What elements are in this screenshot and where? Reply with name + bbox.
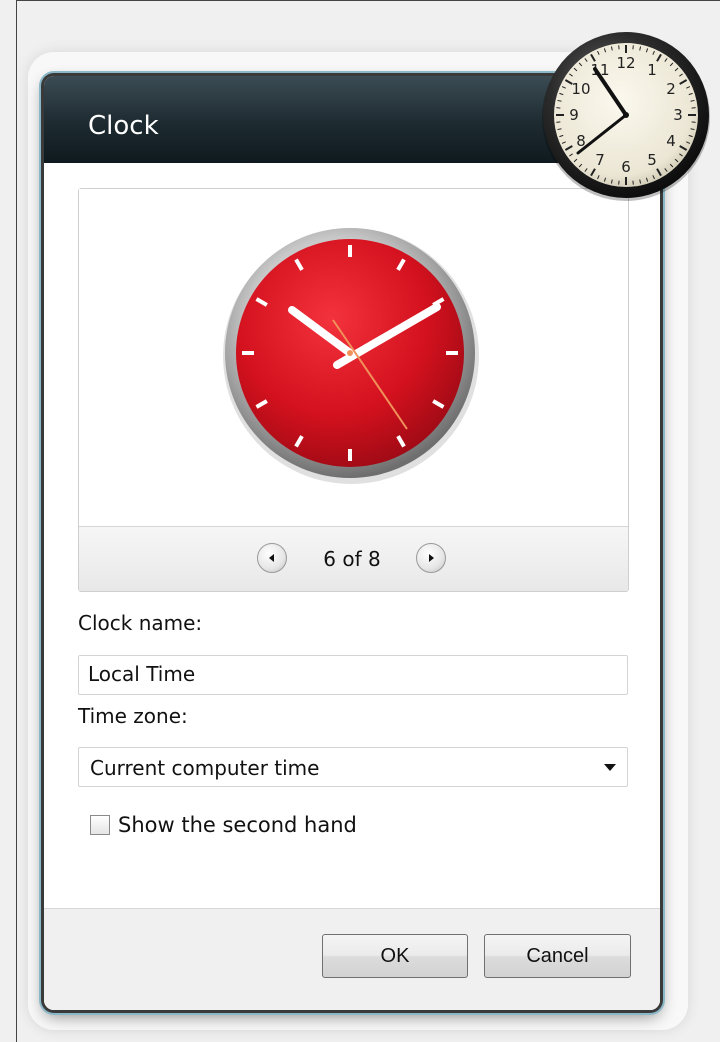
chevron-right-icon <box>429 554 434 562</box>
gadget-numeral: 1 <box>647 61 657 79</box>
second-hand-label: Show the second hand <box>118 813 357 837</box>
time-zone-label: Time zone: <box>78 704 188 728</box>
clock-preview-area <box>79 189 628 527</box>
gadget-numeral: 2 <box>666 80 676 98</box>
clock-settings-dialog: Clock 6 of 8 Clock name: Local Time Time… <box>44 76 660 1010</box>
ok-button[interactable]: OK <box>322 934 468 978</box>
gadget-clock-icon: 12 1234567891011 <box>542 32 710 201</box>
gadget-numeral: 9 <box>569 106 579 124</box>
pager-label: 6 of 8 <box>323 547 381 571</box>
dialog-footer: OK Cancel <box>44 908 660 1010</box>
gadget-numeral: 6 <box>621 158 631 176</box>
gadget-numeral: 7 <box>595 151 605 169</box>
chevron-left-icon <box>269 554 274 562</box>
clock-name-input[interactable]: Local Time <box>78 655 628 695</box>
dialog-body: 6 of 8 Clock name: Local Time Time zone:… <box>44 163 660 1010</box>
red-clock-preview <box>223 228 479 484</box>
previous-clock-button[interactable] <box>257 543 287 573</box>
gadget-numeral: 4 <box>666 132 676 150</box>
clock-preview-panel: 6 of 8 <box>78 188 629 592</box>
next-clock-button[interactable] <box>416 543 446 573</box>
gadget-numeral: 5 <box>647 151 657 169</box>
clock-name-label: Clock name: <box>78 611 203 635</box>
clock-pager: 6 of 8 <box>79 527 628 591</box>
second-hand-checkbox[interactable] <box>90 815 110 835</box>
gadget-numeral: 10 <box>571 80 590 98</box>
gadget-numeral: 3 <box>673 106 683 124</box>
gadget-numeral: 12 <box>616 54 635 72</box>
dialog-title: Clock <box>88 111 159 141</box>
dropdown-arrow-icon <box>604 764 616 771</box>
time-zone-value: Current computer time <box>90 756 320 780</box>
time-zone-select[interactable]: Current computer time <box>78 747 628 787</box>
cancel-button[interactable]: Cancel <box>484 934 631 978</box>
